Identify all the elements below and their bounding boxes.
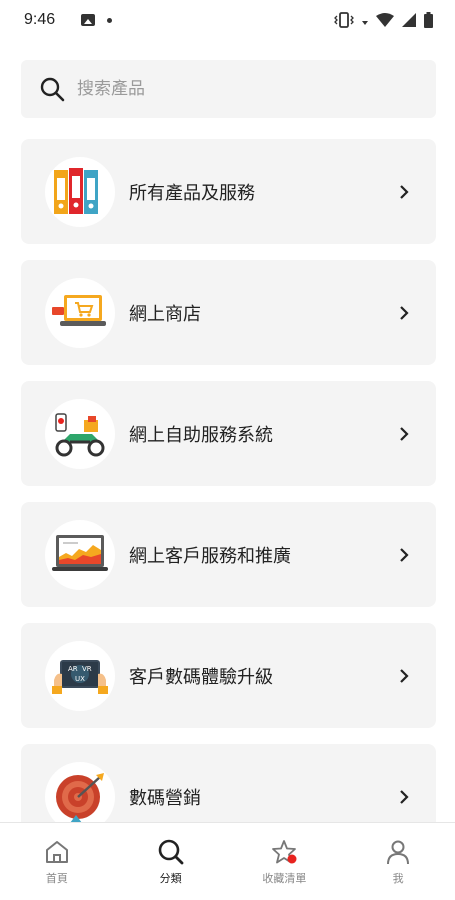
vibrate-icon <box>334 12 354 28</box>
search-icon <box>40 77 65 102</box>
category-online-shop[interactable]: 網上商店 <box>21 260 436 365</box>
more-notifications-dot-icon <box>107 17 113 23</box>
status-time: 9:46 <box>24 11 56 28</box>
ar-vr-ux-tablet-icon: AR VR UX <box>45 640 115 711</box>
nav-favorites-label: 收藏清單 <box>262 871 307 885</box>
category-online-customer-service[interactable]: 網上客戶服務和推廣 <box>21 502 436 607</box>
gallery-notification-icon <box>81 14 96 26</box>
svg-text:UX: UX <box>75 675 85 683</box>
user-icon <box>387 840 410 864</box>
chevron-right-icon <box>400 547 409 562</box>
category-list: 所有產品及服務 網上商店 網上自助服務系統 網上客戶服務和推廣 AR VR UX… <box>21 139 436 865</box>
bottom-navigation: 首頁 分類 收藏清單 我 <box>0 822 455 900</box>
nav-favorites[interactable]: 收藏清單 <box>228 823 342 900</box>
chevron-right-icon <box>400 184 409 199</box>
search-icon <box>158 839 184 864</box>
laptop-chart-icon <box>45 519 115 590</box>
category-label: 網上自助服務系統 <box>129 424 273 446</box>
nav-categories[interactable]: 分類 <box>114 823 228 900</box>
cell-signal-icon <box>402 13 416 27</box>
chevron-right-icon <box>400 789 409 804</box>
wifi-icon <box>376 13 394 27</box>
search-input[interactable] <box>77 79 377 99</box>
status-bar: 9:46 <box>0 0 455 40</box>
star-icon <box>272 839 297 863</box>
nav-home-label: 首頁 <box>45 871 68 885</box>
nav-categories-label: 分類 <box>159 871 182 885</box>
svg-text:VR: VR <box>82 665 92 673</box>
category-self-service[interactable]: 網上自助服務系統 <box>21 381 436 486</box>
binders-icon <box>45 156 115 227</box>
category-label: 數碼營銷 <box>129 787 201 809</box>
target-dart-icon <box>45 761 115 832</box>
category-label: 網上客戶服務和推廣 <box>129 545 291 567</box>
notification-badge <box>287 854 297 863</box>
svg-text:AR: AR <box>68 665 78 673</box>
category-digital-experience[interactable]: AR VR UX 客戶數碼體驗升級 <box>21 623 436 728</box>
chevron-right-icon <box>400 305 409 320</box>
laptop-cart-icon <box>45 277 115 348</box>
data-arrows-icon <box>362 21 368 25</box>
category-label: 所有產品及服務 <box>129 182 255 204</box>
chevron-right-icon <box>400 426 409 441</box>
nav-home[interactable]: 首頁 <box>0 823 114 900</box>
delivery-scooter-icon <box>45 398 115 469</box>
category-all-products[interactable]: 所有產品及服務 <box>21 139 436 244</box>
category-label: 客戶數碼體驗升級 <box>129 666 273 688</box>
chevron-right-icon <box>400 668 409 683</box>
search-bar[interactable] <box>21 60 436 118</box>
nav-profile-label: 我 <box>392 871 404 885</box>
category-label: 網上商店 <box>129 303 201 325</box>
nav-profile[interactable]: 我 <box>341 823 455 900</box>
home-icon <box>45 840 68 863</box>
battery-icon <box>424 12 433 28</box>
